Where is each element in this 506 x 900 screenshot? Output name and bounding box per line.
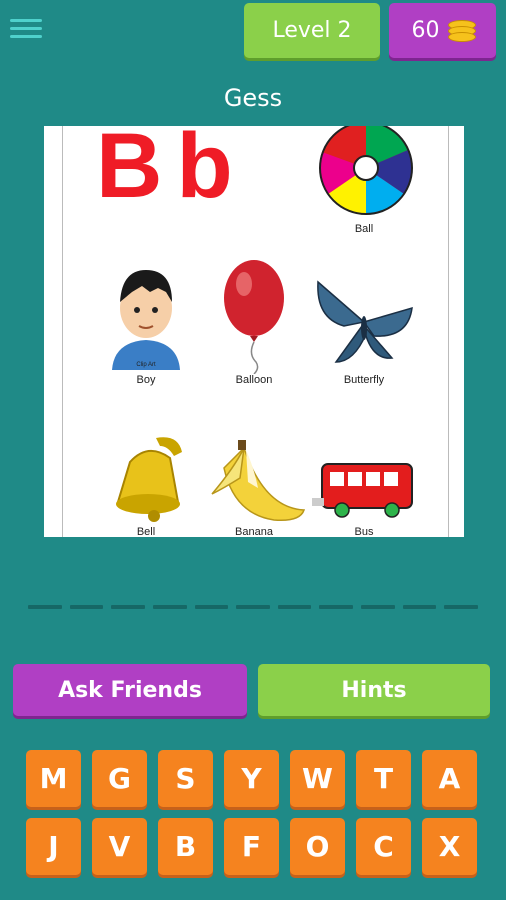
caption-banana: Banana [235,526,273,537]
hints-label: Hints [341,677,407,703]
caption-bell: Bell [136,526,156,537]
caption-ball: Ball [354,223,374,235]
answer-slot[interactable] [361,605,395,609]
bell-image [116,437,182,522]
answer-slot[interactable] [236,605,270,609]
page-title: Gess [223,84,283,112]
clip-art-badge: Clip Art [136,362,156,368]
letter-key[interactable]: Y [224,750,279,807]
letter-key[interactable]: S [158,750,213,807]
hints-button[interactable]: Hints [258,664,490,716]
menu-icon[interactable] [10,14,42,42]
boy-image [112,270,180,370]
letter-key[interactable]: V [92,818,147,875]
answer-slot[interactable] [319,605,354,609]
answer-slot[interactable] [277,605,312,609]
page-rule-right [448,126,449,537]
level-badge: Level 2 [244,3,380,58]
keyboard-row-2: J V B F O C X [26,818,482,875]
letter-key[interactable]: A [422,750,477,807]
caption-balloon: Balloon [235,374,273,386]
letter-heading: Bb [96,126,247,217]
answer-slot[interactable] [444,605,479,609]
coins-button[interactable]: 60 [389,3,496,58]
letter-key[interactable]: F [224,818,279,875]
letter-key[interactable]: X [422,818,477,875]
ask-friends-button[interactable]: Ask Friends [13,664,247,716]
letter-key[interactable]: G [92,750,147,807]
answer-slot[interactable] [402,605,437,609]
keyboard-row-1: M G S Y W T A [26,750,482,807]
answer-slot[interactable] [194,605,229,609]
butterfly-image [317,280,413,363]
answer-slot[interactable] [111,605,145,609]
puzzle-picture: Bb Ball Clip Art Boy Balloon Butterfly B… [44,126,464,537]
answer-slot[interactable] [69,605,104,609]
ask-friends-label: Ask Friends [58,677,202,703]
letter-key[interactable]: M [26,750,81,807]
answer-slot[interactable] [28,605,62,609]
coin-count: 60 [411,18,440,43]
letter-key[interactable]: B [158,818,213,875]
caption-bus: Bus [354,526,374,537]
letter-key[interactable]: T [356,750,411,807]
answer-slots [28,605,479,611]
letter-key[interactable]: J [26,818,81,875]
page-rule-left [62,126,63,537]
bus-image [312,463,413,518]
beach-ball-image [319,126,413,215]
balloon-image [224,260,284,374]
coin-stack-icon [447,19,476,42]
letter-key[interactable]: C [356,818,411,875]
caption-boy: Boy [136,374,156,386]
banana-image [211,440,306,522]
letter-key[interactable]: O [290,818,345,875]
caption-butterfly: Butterfly [343,374,385,386]
letter-key[interactable]: W [290,750,345,807]
letter-keyboard: M G S Y W T A J V B F O C X [26,750,482,886]
answer-slot[interactable] [152,605,187,609]
level-label: Level 2 [272,18,352,43]
